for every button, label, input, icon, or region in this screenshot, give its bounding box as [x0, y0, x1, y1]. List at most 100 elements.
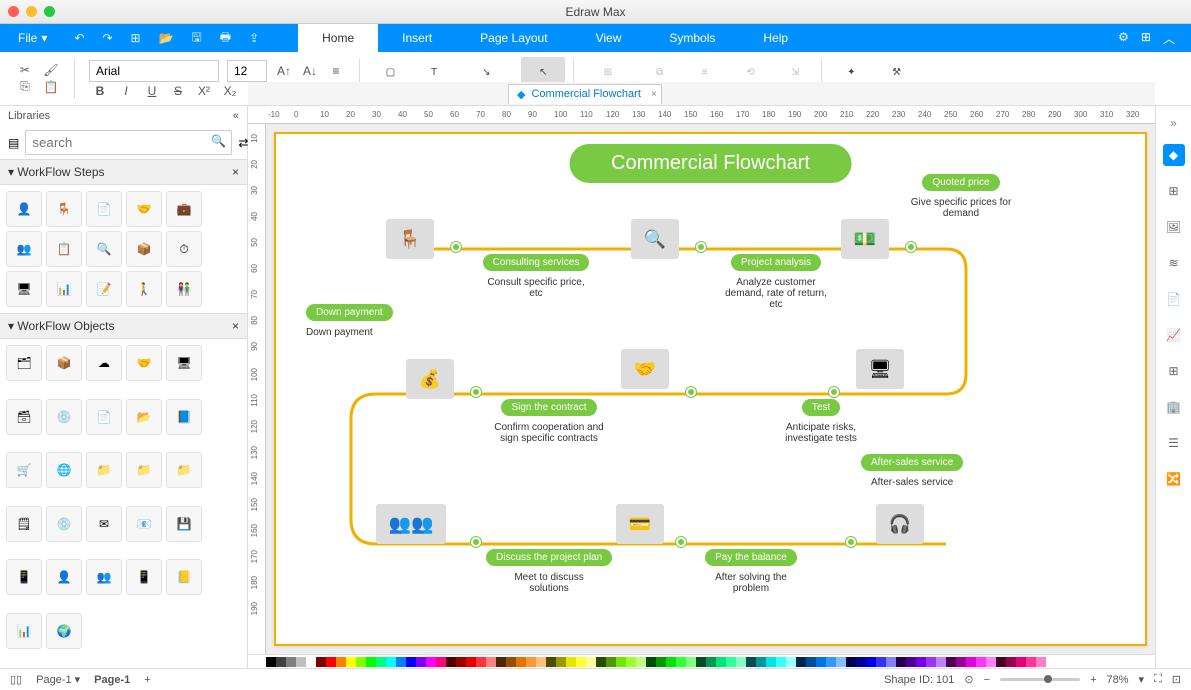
color-swatch[interactable]	[956, 657, 966, 667]
color-swatch[interactable]	[586, 657, 596, 667]
color-swatch[interactable]	[386, 657, 396, 667]
shape-item[interactable]: 🗒	[6, 506, 42, 542]
color-swatch[interactable]	[596, 657, 606, 667]
color-swatch[interactable]	[636, 657, 646, 667]
flow-node[interactable]	[906, 242, 916, 252]
color-swatch[interactable]	[486, 657, 496, 667]
new-icon[interactable]: ⊞	[131, 31, 141, 45]
color-swatch[interactable]	[936, 657, 946, 667]
minimize-window-button[interactable]	[26, 6, 37, 17]
color-swatch[interactable]	[736, 657, 746, 667]
shape-item[interactable]: 🚶	[126, 271, 162, 307]
shape-item[interactable]: ⏱	[166, 231, 202, 267]
italic-icon[interactable]: I	[117, 84, 135, 98]
shape-item[interactable]: 📊	[6, 613, 42, 649]
color-swatch[interactable]	[986, 657, 996, 667]
color-swatch[interactable]	[496, 657, 506, 667]
shape-item[interactable]: 🖥	[6, 271, 42, 307]
color-swatch[interactable]	[436, 657, 446, 667]
layers-panel-icon[interactable]: ≋	[1163, 252, 1185, 274]
document-tab[interactable]: ◆ Commercial Flowchart ×	[508, 84, 662, 104]
shape-item[interactable]: 📝	[86, 271, 122, 307]
color-swatch[interactable]	[456, 657, 466, 667]
color-swatch[interactable]	[556, 657, 566, 667]
tab-symbols[interactable]: Symbols	[645, 24, 739, 52]
color-swatch[interactable]	[426, 657, 436, 667]
color-swatch[interactable]	[1036, 657, 1046, 667]
color-swatch[interactable]	[716, 657, 726, 667]
zoom-target-icon[interactable]: ⊙	[964, 673, 973, 686]
color-swatch[interactable]	[856, 657, 866, 667]
color-swatch[interactable]	[266, 657, 276, 667]
color-swatch[interactable]	[886, 657, 896, 667]
export-icon[interactable]: ⇪	[249, 31, 259, 45]
color-swatch[interactable]	[546, 657, 556, 667]
search-icon[interactable]: 🔍	[211, 134, 226, 148]
color-swatch[interactable]	[776, 657, 786, 667]
shape-item[interactable]: 🪑	[46, 191, 82, 227]
color-swatch[interactable]	[686, 657, 696, 667]
shape-item[interactable]: 🤝	[126, 345, 162, 381]
color-swatch[interactable]	[906, 657, 916, 667]
print-icon[interactable]: 🖶	[220, 28, 231, 49]
fit-page-icon[interactable]: ⛶	[1154, 673, 1162, 686]
image-panel-icon[interactable]: 🖼	[1163, 216, 1185, 238]
zoom-out-icon[interactable]: −	[984, 674, 990, 686]
underline-icon[interactable]: U	[143, 84, 161, 98]
expand-right-icon[interactable]: »	[1170, 116, 1177, 130]
color-swatch[interactable]	[666, 657, 676, 667]
shape-item[interactable]: 💾	[166, 506, 202, 542]
flow-node[interactable]	[686, 387, 696, 397]
color-swatch[interactable]	[286, 657, 296, 667]
shape-item[interactable]: 📂	[126, 399, 162, 435]
color-swatch[interactable]	[1016, 657, 1026, 667]
close-tab-icon[interactable]: ×	[651, 89, 657, 100]
zoom-dropdown-icon[interactable]: ▾	[1139, 673, 1145, 686]
cut-icon[interactable]: ✂	[16, 63, 34, 77]
font-size-select[interactable]	[227, 60, 267, 82]
color-swatch[interactable]	[836, 657, 846, 667]
shape-item[interactable]: 📦	[46, 345, 82, 381]
tab-insert[interactable]: Insert	[378, 24, 456, 52]
copy-icon[interactable]: ⎘	[16, 79, 34, 94]
color-swatch[interactable]	[806, 657, 816, 667]
close-panel-icon[interactable]: ×	[232, 319, 239, 333]
color-swatch[interactable]	[696, 657, 706, 667]
color-swatch[interactable]	[756, 657, 766, 667]
shape-item[interactable]: 🗂	[6, 345, 42, 381]
toggle-icon[interactable]: ⇄	[238, 136, 248, 150]
paste-icon[interactable]: 📋	[42, 80, 60, 94]
flow-node[interactable]	[471, 537, 481, 547]
list-panel-icon[interactable]: ☰	[1163, 432, 1185, 454]
shape-item[interactable]: 📁	[126, 452, 162, 488]
color-swatch[interactable]	[826, 657, 836, 667]
redo-icon[interactable]: ↷	[102, 31, 112, 45]
color-swatch[interactable]	[976, 657, 986, 667]
zoom-level[interactable]: 78%	[1107, 674, 1129, 686]
page-selector[interactable]: Page-1 ▾	[36, 673, 80, 686]
shape-item[interactable]: 📄	[86, 191, 122, 227]
color-swatch[interactable]	[306, 657, 316, 667]
chart-panel-icon[interactable]: 📈	[1163, 324, 1185, 346]
color-swatch[interactable]	[376, 657, 386, 667]
shape-item[interactable]: 🖥	[166, 345, 202, 381]
tab-view[interactable]: View	[572, 24, 646, 52]
color-swatch[interactable]	[366, 657, 376, 667]
font-family-select[interactable]	[89, 60, 219, 82]
table-panel-icon[interactable]: ⊞	[1163, 360, 1185, 382]
color-swatch[interactable]	[876, 657, 886, 667]
shape-item[interactable]: 📱	[6, 559, 42, 595]
color-swatch[interactable]	[726, 657, 736, 667]
add-page-icon[interactable]: +	[144, 674, 150, 686]
shape-item[interactable]: 👥	[6, 231, 42, 267]
color-swatch[interactable]	[816, 657, 826, 667]
shape-item[interactable]: 🌍	[46, 613, 82, 649]
shuffle-panel-icon[interactable]: 🔀	[1163, 468, 1185, 490]
flow-node[interactable]	[846, 537, 856, 547]
color-swatch[interactable]	[316, 657, 326, 667]
shape-item[interactable]: 🔍	[86, 231, 122, 267]
superscript-icon[interactable]: X²	[195, 84, 213, 98]
color-swatch[interactable]	[676, 657, 686, 667]
color-swatch[interactable]	[966, 657, 976, 667]
shape-item[interactable]: 💼	[166, 191, 202, 227]
